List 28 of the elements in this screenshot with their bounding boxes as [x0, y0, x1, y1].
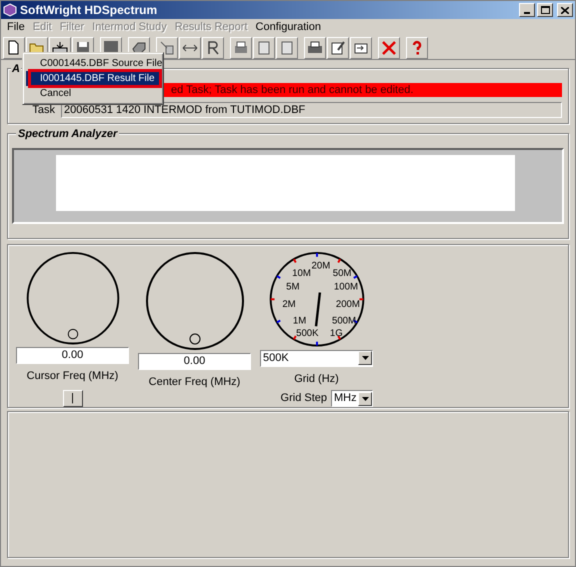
- task-label: Task: [31, 103, 55, 118]
- cursor-button[interactable]: |: [62, 390, 82, 407]
- combo-box[interactable]: 500K: [260, 350, 373, 366]
- window-title: SoftWright HDSpectrum: [20, 2, 158, 19]
- dropdown-arrow-icon[interactable]: [362, 356, 368, 360]
- menu-item[interactable]: Configuration: [252, 19, 325, 36]
- close-icon[interactable]: [380, 38, 398, 56]
- field-label: Center Freq (MHz): [148, 375, 240, 390]
- close-button[interactable]: [557, 3, 573, 17]
- field-label: Grid (Hz): [294, 372, 339, 386]
- knob-dial[interactable]: [144, 251, 244, 351]
- close-icon: [561, 6, 569, 14]
- value-field[interactable]: 0.00: [138, 353, 251, 370]
- value-field[interactable]: 0.00: [16, 347, 129, 364]
- app-icon: [3, 3, 17, 17]
- field-label: Grid Step: [280, 391, 327, 406]
- menu-item[interactable]: File: [3, 19, 29, 36]
- combo-box[interactable]: MHz: [331, 390, 373, 407]
- maximize-button[interactable]: [537, 3, 553, 17]
- banner-text: ed Task; Task has been run and cannot be edited.: [171, 82, 414, 98]
- minimize-button[interactable]: [519, 3, 535, 17]
- edit-page-icon[interactable]: [329, 38, 347, 56]
- dropdown-arrow-icon[interactable]: [362, 396, 368, 400]
- task-field[interactable]: 20060531 1420 INTERMOD from TUTIMOD.DBF: [61, 102, 562, 118]
- field-label: Cursor Freq (MHz): [26, 369, 118, 384]
- menu-item[interactable]: Cancel: [26, 86, 160, 101]
- group-title: Spectrum Analyzer: [16, 126, 120, 142]
- menu-item[interactable]: C0001445.DBF Source File: [26, 56, 160, 71]
